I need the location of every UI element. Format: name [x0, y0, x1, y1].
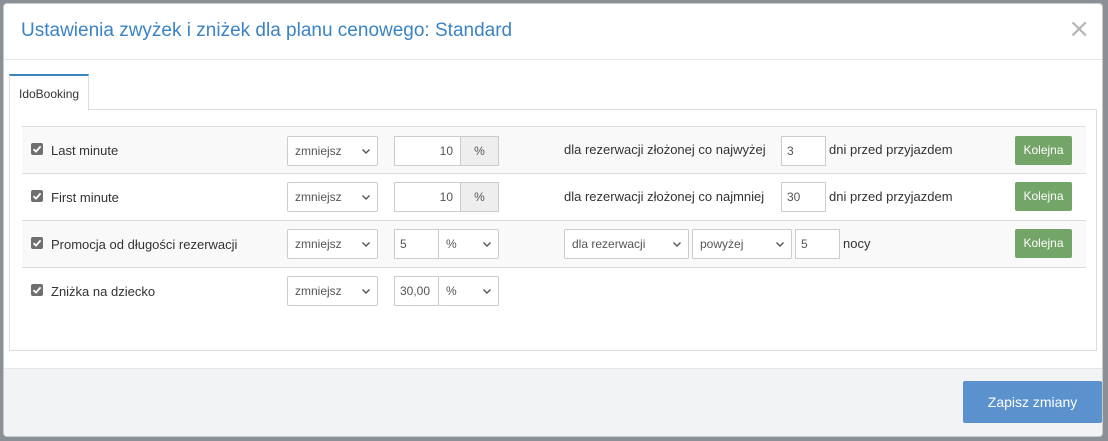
unit-select[interactable]: %	[439, 276, 499, 306]
days-input[interactable]: 3	[781, 136, 826, 166]
rule-checkbox[interactable]	[31, 284, 43, 296]
unit-select[interactable]: %	[439, 229, 499, 259]
days-input[interactable]: 30	[781, 182, 826, 212]
rule-checkbox[interactable]	[31, 237, 43, 249]
chevron-down-icon	[362, 289, 370, 294]
check-icon	[32, 145, 42, 153]
value-input[interactable]: 10	[394, 136, 461, 166]
scope-select-value: dla rezerwacji	[572, 237, 646, 251]
compare-select-value: powyżej	[700, 237, 744, 251]
rule-label: Promocja od długości rezerwacji	[51, 237, 238, 252]
mode-select[interactable]: zmniejsz	[287, 229, 378, 259]
mode-select[interactable]: zmniejsz	[287, 182, 378, 212]
check-icon	[32, 192, 42, 200]
chevron-down-icon	[483, 289, 491, 294]
rules-list: Last minute zmniejsz 10 % dla rezerwacji…	[22, 126, 1086, 314]
close-icon[interactable]: ×	[1068, 16, 1090, 42]
mode-select-value: zmniejsz	[295, 237, 342, 251]
check-icon	[32, 239, 42, 247]
value-input[interactable]: 10	[394, 182, 461, 212]
rule-row-last-minute: Last minute zmniejsz 10 % dla rezerwacji…	[22, 126, 1086, 173]
rule-row-first-minute: First minute zmniejsz 10 % dla rezerwacj…	[22, 173, 1086, 220]
chevron-down-icon	[362, 195, 370, 200]
chevron-down-icon	[362, 242, 370, 247]
discount-settings-modal: Ustawienia zwyżek i zniżek dla planu cen…	[3, 3, 1103, 437]
percent-addon: %	[461, 182, 499, 212]
mode-select[interactable]: zmniejsz	[287, 136, 378, 166]
chevron-down-icon	[362, 149, 370, 154]
value-input[interactable]: 30,00	[394, 276, 439, 306]
rule-row-length-promo: Promocja od długości rezerwacji zmniejsz…	[22, 220, 1086, 267]
compare-select[interactable]: powyżej	[692, 229, 792, 259]
condition-text: dla rezerwacji złożonej co najmniej	[564, 189, 765, 204]
mode-select-value: zmniejsz	[295, 190, 342, 204]
tab-panel: Last minute zmniejsz 10 % dla rezerwacji…	[9, 109, 1097, 351]
rule-label: Last minute	[51, 143, 119, 158]
chevron-down-icon	[673, 242, 681, 247]
rule-label: First minute	[51, 190, 119, 205]
modal-title: Ustawienia zwyżek i zniżek dla planu cen…	[21, 20, 513, 41]
mode-select[interactable]: zmniejsz	[287, 276, 378, 306]
next-rule-button[interactable]: Kolejna	[1015, 182, 1072, 211]
days-suffix: dni przed przyjazdem	[829, 189, 953, 204]
unit-select-value: %	[446, 237, 457, 251]
next-rule-button[interactable]: Kolejna	[1015, 136, 1072, 165]
modal-footer: Zapisz zmiany	[4, 368, 1102, 436]
next-rule-button[interactable]: Kolejna	[1015, 229, 1072, 258]
nights-suffix: nocy	[843, 236, 871, 251]
rule-row-child-discount: Zniżka na dziecko zmniejsz 30,00 %	[22, 267, 1086, 314]
value-input[interactable]: 5	[394, 229, 439, 259]
tab-idobooking[interactable]: IdoBooking	[9, 74, 90, 111]
rule-label: Zniżka na dziecko	[51, 284, 156, 299]
condition-text: dla rezerwacji złożonej co najwyżej	[564, 142, 766, 157]
scope-select[interactable]: dla rezerwacji	[564, 229, 689, 259]
save-button[interactable]: Zapisz zmiany	[963, 381, 1102, 423]
mode-select-value: zmniejsz	[295, 144, 342, 158]
tab-bar: IdoBooking	[9, 72, 1097, 111]
days-suffix: dni przed przyjazdem	[829, 142, 953, 157]
check-icon	[32, 286, 42, 294]
chevron-down-icon	[776, 242, 784, 247]
chevron-down-icon	[483, 242, 491, 247]
percent-addon: %	[461, 136, 499, 166]
rule-checkbox[interactable]	[31, 190, 43, 202]
modal-header: Ustawienia zwyżek i zniżek dla planu cen…	[4, 4, 1102, 60]
unit-select-value: %	[446, 284, 457, 298]
nights-input[interactable]: 5	[795, 229, 840, 259]
rule-checkbox[interactable]	[31, 143, 43, 155]
mode-select-value: zmniejsz	[295, 284, 342, 298]
